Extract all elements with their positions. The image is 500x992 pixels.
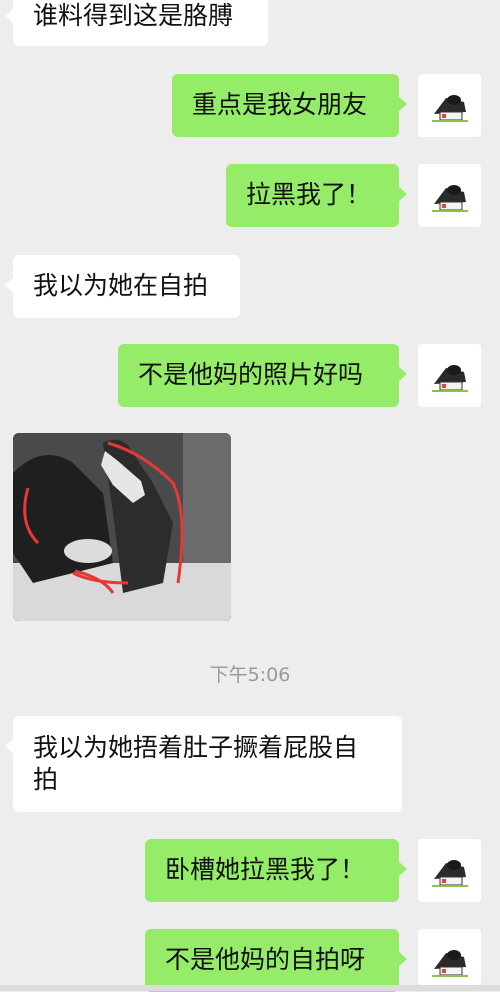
cat-house-avatar-icon (432, 365, 468, 392)
photo-icon (13, 433, 231, 621)
message-text: 谁料得到这是胳膊 (33, 1, 234, 30)
cat-house-avatar-icon (432, 950, 468, 977)
timestamp: 下午5:06 (209, 664, 291, 686)
message-bubble-incoming[interactable]: 我以为她在自拍 (5, 255, 240, 318)
avatar[interactable] (418, 344, 481, 407)
input-bar-edge (0, 985, 500, 991)
message-bubble-incoming[interactable]: 我以为她捂着肚子撅着屁股自拍 (5, 716, 402, 812)
avatar[interactable] (418, 74, 481, 137)
avatar[interactable] (418, 839, 481, 902)
message-bubble-outgoing[interactable]: 不是他妈的照片好吗 (118, 344, 407, 407)
avatar[interactable] (418, 929, 481, 985)
message-text: 拉黑我了！ (246, 180, 372, 209)
message-text: 重点是我女朋友 (192, 90, 368, 119)
avatar[interactable] (418, 164, 481, 227)
message-bubble-incoming[interactable]: 谁料得到这是胳膊 (5, 0, 268, 46)
cat-house-avatar-icon (432, 185, 468, 212)
message-bubble-outgoing[interactable]: 重点是我女朋友 (172, 74, 407, 137)
message-text: 我以为她捂着肚子撅着屁股自拍 (33, 733, 359, 794)
message-text: 卧槽她拉黑我了！ (165, 855, 366, 884)
message-bubble-outgoing[interactable]: 卧槽她拉黑我了！ (145, 839, 407, 902)
message-bubble-outgoing[interactable]: 拉黑我了！ (226, 164, 407, 227)
message-text: 我以为她在自拍 (33, 271, 209, 300)
message-text: 不是他妈的照片好吗 (138, 360, 364, 389)
cat-house-avatar-icon (432, 860, 468, 887)
message-bubble-outgoing[interactable]: 不是他妈的自拍呀 (145, 929, 407, 992)
cat-house-avatar-icon (432, 95, 468, 122)
message-text: 不是他妈的自拍呀 (165, 945, 366, 974)
photo-message[interactable] (13, 433, 231, 621)
